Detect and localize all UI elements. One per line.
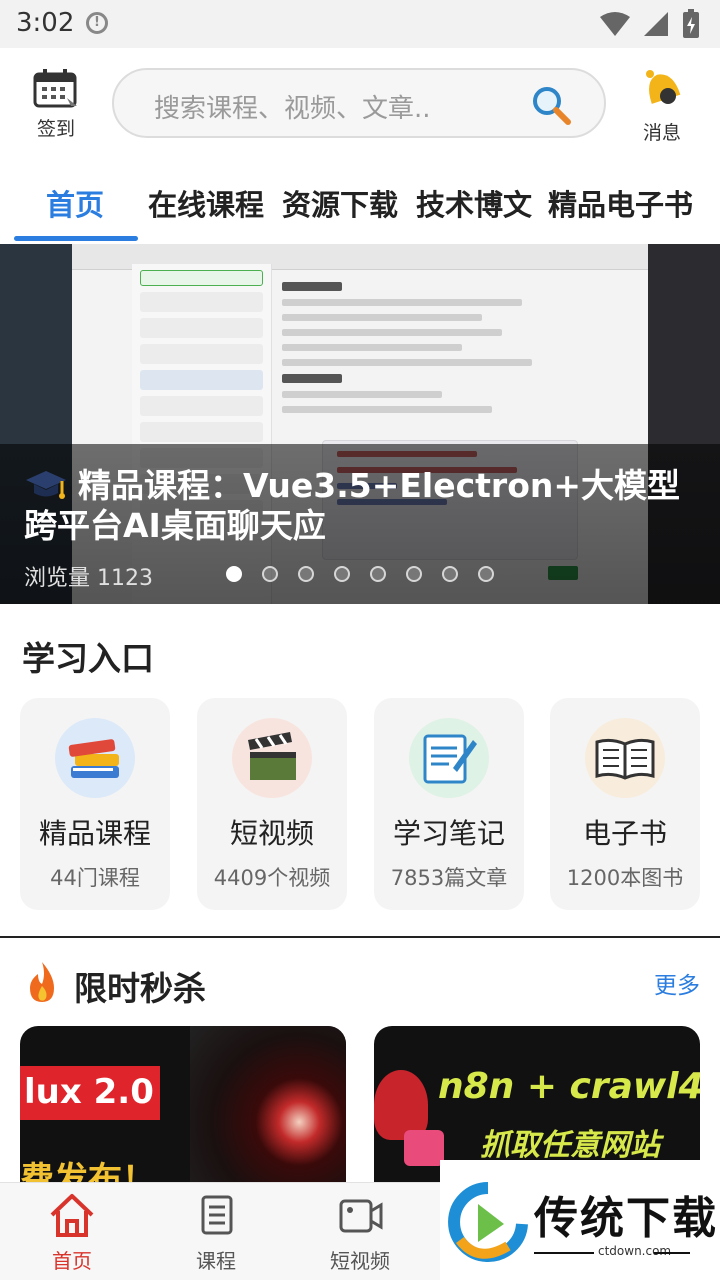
sale-card-line2: 抓取任意网站 <box>480 1128 660 1163</box>
entry-name: 精品课程 <box>38 817 151 850</box>
messages-label: 消息 <box>642 122 681 144</box>
entry-name: 学习笔记 <box>392 817 505 850</box>
entry-count: 4409个视频 <box>213 866 331 890</box>
flash-sale-title: 限时秒杀 <box>74 969 206 1008</box>
nav-home[interactable]: 首页 <box>22 1191 122 1274</box>
bell-icon <box>646 70 681 104</box>
carousel-dot[interactable] <box>298 566 314 582</box>
ctdown-logo-icon <box>448 1182 528 1262</box>
document-icon <box>201 1195 233 1235</box>
graduation-cap-icon <box>26 471 66 499</box>
status-bar: 3:02 ! <box>0 0 720 48</box>
entry-short-videos[interactable]: 短视频 4409个视频 <box>197 698 347 910</box>
entry-study-notes[interactable]: 学习笔记 7853篇文章 <box>374 698 524 910</box>
checkin-button[interactable]: 签到 <box>28 68 84 141</box>
section-divider <box>0 936 720 938</box>
messages-button[interactable]: 消息 <box>636 66 688 145</box>
sale-card-line1: n8n + crawl4a <box>438 1066 700 1107</box>
entry-name: 短视频 <box>229 817 314 850</box>
banner-title[interactable]: 精品课程：Vue3.5+Electron+大模型跨平台AI桌面聊天应 <box>24 466 684 546</box>
tab-home[interactable]: 首页 <box>46 182 104 224</box>
nav-label: 首页 <box>52 1249 92 1273</box>
nav-courses[interactable]: 课程 <box>166 1191 266 1274</box>
active-tab-indicator <box>14 236 138 241</box>
sale-card-image <box>190 1026 346 1186</box>
banner-carousel[interactable]: 精品课程：Vue3.5+Electron+大模型跨平台AI桌面聊天应 浏览量 1… <box>0 244 720 604</box>
entry-count: 1200本图书 <box>566 866 684 890</box>
banner-title-text: 精品课程：Vue3.5+Electron+大模型跨平台AI桌面聊天应 <box>24 466 681 545</box>
nav-label: 课程 <box>196 1249 236 1273</box>
top-header: 签到 搜索课程、视频、文章.. 消息 <box>0 48 720 158</box>
sale-card[interactable]: lux 2.0 费发布！ <box>20 1026 346 1186</box>
carousel-dot[interactable] <box>334 566 350 582</box>
entry-count: 44门课程 <box>50 866 140 890</box>
status-icons <box>600 8 700 40</box>
info-icon: ! <box>86 12 108 34</box>
sale-card-line2: 费发布！ <box>20 1160 156 1186</box>
carousel-dots <box>226 566 494 582</box>
entry-name: 电子书 <box>582 817 667 850</box>
search-icon[interactable] <box>530 84 572 126</box>
home-icon <box>50 1194 94 1237</box>
clapperboard-icon <box>232 718 312 798</box>
calendar-icon <box>33 69 77 108</box>
tab-ebooks[interactable]: 精品电子书 <box>548 182 693 224</box>
watermark: 传统下载 ctdown.com <box>440 1160 720 1280</box>
search-placeholder: 搜索课程、视频、文章.. <box>154 94 431 124</box>
more-link[interactable]: 更多 <box>654 966 700 1000</box>
entry-quality-courses[interactable]: 精品课程 44门课程 <box>20 698 170 910</box>
learning-section-title: 学习入口 <box>22 639 154 678</box>
video-camera-icon <box>339 1199 383 1233</box>
carousel-dot[interactable] <box>442 566 458 582</box>
carousel-dot[interactable] <box>370 566 386 582</box>
entry-ebooks[interactable]: 电子书 1200本图书 <box>550 698 700 910</box>
status-time: 3:02 <box>16 8 75 38</box>
battery-charging-icon <box>683 9 699 38</box>
watermark-text: 传统下载 <box>534 1193 718 1244</box>
nav-short-videos[interactable]: 短视频 <box>310 1191 410 1274</box>
checkin-label: 签到 <box>36 118 75 140</box>
n8n-logo-icon <box>404 1130 444 1166</box>
watermark-url: ctdown.com <box>598 1244 672 1258</box>
search-input[interactable]: 搜索课程、视频、文章.. <box>112 68 606 138</box>
banner-view-count: 浏览量 1123 <box>24 566 153 591</box>
fire-icon <box>30 962 54 1002</box>
notes-icon <box>409 718 489 798</box>
tab-resource-download[interactable]: 资源下载 <box>282 182 398 224</box>
carousel-dot[interactable] <box>478 566 494 582</box>
carousel-dot[interactable] <box>226 566 242 582</box>
nav-label: 短视频 <box>330 1249 390 1273</box>
books-icon <box>55 718 135 798</box>
carousel-dot[interactable] <box>262 566 278 582</box>
tab-tech-blog[interactable]: 技术博文 <box>416 182 532 224</box>
wifi-icon <box>600 12 630 36</box>
category-tabs: 首页 在线课程 资源下载 技术博文 精品电子书 <box>0 160 720 244</box>
entry-count: 7853篇文章 <box>390 866 508 890</box>
carousel-dot[interactable] <box>406 566 422 582</box>
sale-card-line1: lux 2.0 <box>24 1072 154 1112</box>
signal-icon <box>644 12 668 36</box>
open-book-icon <box>585 718 665 798</box>
tab-online-courses[interactable]: 在线课程 <box>148 182 264 224</box>
